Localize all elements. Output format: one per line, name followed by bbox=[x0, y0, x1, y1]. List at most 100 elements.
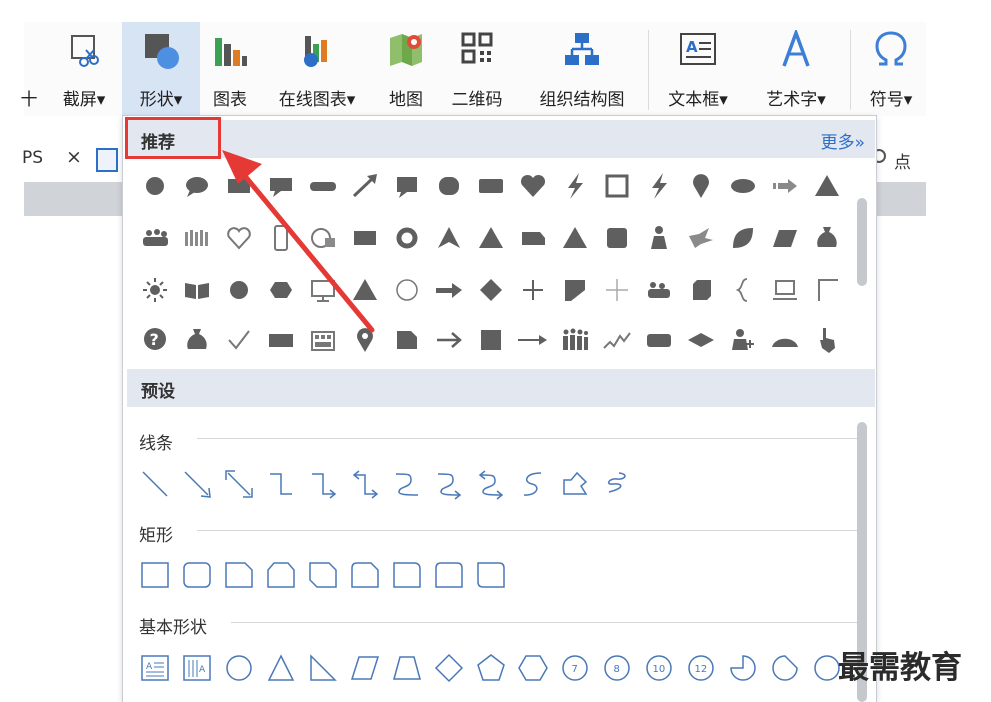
shape-rectangle-2[interactable] bbox=[473, 168, 509, 204]
rect-snip-same-side[interactable] bbox=[263, 557, 299, 593]
line-straight[interactable] bbox=[137, 466, 173, 502]
shape-lightning-2[interactable] bbox=[641, 168, 677, 204]
line-double-arrow[interactable] bbox=[221, 466, 257, 502]
location-pin-icon[interactable] bbox=[347, 322, 383, 358]
shape-arrow-line[interactable] bbox=[431, 322, 467, 358]
shape-leaf[interactable] bbox=[725, 220, 761, 256]
shape-long-arrow[interactable] bbox=[515, 322, 551, 358]
shape-heart[interactable] bbox=[515, 168, 551, 204]
bird-icon[interactable] bbox=[683, 220, 719, 256]
shape-chevron-up[interactable] bbox=[431, 220, 467, 256]
connector-elbow-double-arrow[interactable] bbox=[347, 466, 383, 502]
diamond-shape[interactable] bbox=[431, 650, 467, 686]
shape-flat-diamond[interactable] bbox=[683, 322, 719, 358]
shape-callout-square[interactable] bbox=[389, 168, 425, 204]
shape-snip-rect[interactable] bbox=[389, 322, 425, 358]
ribbon-org-chart-button[interactable]: 组织结构图 bbox=[522, 22, 642, 116]
ribbon-symbol-button[interactable]: 符号▾ bbox=[856, 22, 926, 116]
book-icon[interactable] bbox=[179, 272, 215, 308]
shape-dome[interactable] bbox=[767, 322, 803, 358]
shape-left-brace[interactable] bbox=[725, 272, 761, 308]
shape-square[interactable] bbox=[473, 322, 509, 358]
monitor-icon[interactable] bbox=[305, 272, 341, 308]
person-icon[interactable] bbox=[641, 220, 677, 256]
shape-frame[interactable] bbox=[599, 168, 635, 204]
people-group-icon-2[interactable] bbox=[641, 272, 677, 308]
shape-circle-outline[interactable] bbox=[389, 272, 425, 308]
shape-diagonal-arrow[interactable] bbox=[347, 168, 383, 204]
building-icon[interactable] bbox=[305, 322, 341, 358]
parallelogram-shape[interactable] bbox=[347, 650, 383, 686]
octagon-shape[interactable]: 8 bbox=[599, 650, 635, 686]
shape-callout-rect[interactable] bbox=[263, 168, 299, 204]
connector-curved-double-arrow[interactable] bbox=[473, 466, 509, 502]
shape-lightning[interactable] bbox=[557, 168, 593, 204]
text-box-shape-icon[interactable]: A bbox=[137, 650, 173, 686]
isosceles-triangle-shape[interactable] bbox=[263, 650, 299, 686]
shape-right-arrow[interactable] bbox=[431, 272, 467, 308]
rect-snip-diagonal[interactable] bbox=[305, 557, 341, 593]
shape-triangle[interactable] bbox=[809, 168, 845, 204]
rect-round-one-corner[interactable] bbox=[389, 557, 425, 593]
dodecagon-shape[interactable]: 12 bbox=[683, 650, 719, 686]
line-arrow[interactable] bbox=[179, 466, 215, 502]
shape-donut[interactable] bbox=[389, 220, 425, 256]
ribbon-item-partial[interactable]: 十 bbox=[16, 22, 42, 116]
connector-elbow-arrow[interactable] bbox=[305, 466, 341, 502]
connector-curved[interactable] bbox=[389, 466, 425, 502]
shape-cube[interactable] bbox=[683, 272, 719, 308]
vertical-text-box-icon[interactable]: A bbox=[179, 650, 215, 686]
tab-close-icon[interactable]: × bbox=[66, 146, 82, 168]
money-bag-icon-2[interactable] bbox=[179, 322, 215, 358]
pie-shape[interactable] bbox=[725, 650, 761, 686]
ribbon-screenshot-button[interactable]: 截屏▾ bbox=[48, 22, 120, 116]
pentagon-shape[interactable] bbox=[473, 650, 509, 686]
shape-hexagon[interactable] bbox=[263, 272, 299, 308]
money-bag-icon[interactable] bbox=[809, 220, 845, 256]
line-freeform[interactable] bbox=[557, 466, 593, 502]
rect-snip-one-corner[interactable] bbox=[221, 557, 257, 593]
more-shapes-link[interactable]: 更多» bbox=[821, 128, 865, 153]
checkmark-icon[interactable] bbox=[221, 322, 257, 358]
shape-parallelogram[interactable] bbox=[767, 220, 803, 256]
connector-elbow[interactable] bbox=[263, 466, 299, 502]
shape-triangle-4[interactable] bbox=[347, 272, 383, 308]
help-question-icon[interactable]: ? bbox=[137, 322, 173, 358]
ribbon-textbox-button[interactable]: A 文本框▾ bbox=[654, 22, 742, 116]
shape-triangle-3[interactable] bbox=[557, 220, 593, 256]
shape-rectangle-4[interactable] bbox=[263, 322, 299, 358]
shape-striped-arrow[interactable] bbox=[767, 168, 803, 204]
rect-snip-round[interactable] bbox=[347, 557, 383, 593]
shape-diamond[interactable] bbox=[473, 272, 509, 308]
ribbon-shapes-button[interactable]: 形状▾ bbox=[122, 22, 200, 116]
ribbon-chart-button[interactable]: 图表 bbox=[202, 22, 258, 116]
shape-rectangle-5[interactable] bbox=[641, 322, 677, 358]
globe-icon[interactable] bbox=[305, 220, 341, 256]
decagon-shape[interactable]: 10 bbox=[641, 650, 677, 686]
rect-round-diagonal[interactable] bbox=[473, 557, 509, 593]
trend-line-icon[interactable] bbox=[599, 322, 635, 358]
shape-rounded-square[interactable] bbox=[599, 220, 635, 256]
crowd-icon[interactable] bbox=[179, 220, 215, 256]
shape-triangle-2[interactable] bbox=[473, 220, 509, 256]
recommended-scrollbar[interactable] bbox=[857, 198, 867, 286]
right-triangle-shape[interactable] bbox=[305, 650, 341, 686]
hexagon-shape[interactable] bbox=[515, 650, 551, 686]
shape-rounded-rect[interactable] bbox=[431, 168, 467, 204]
ribbon-map-button[interactable]: 地图 bbox=[378, 22, 434, 116]
shape-octagon[interactable] bbox=[221, 272, 257, 308]
shape-flat-rect[interactable] bbox=[305, 168, 341, 204]
people-group-icon[interactable] bbox=[137, 220, 173, 256]
shape-rectangle[interactable] bbox=[221, 168, 257, 204]
add-user-icon[interactable] bbox=[725, 322, 761, 358]
shape-pentagon-rect[interactable] bbox=[515, 220, 551, 256]
rect-round-same-side[interactable] bbox=[431, 557, 467, 593]
line-curve[interactable] bbox=[515, 466, 551, 502]
hand-pointer-icon[interactable] bbox=[809, 322, 845, 358]
trapezoid-shape[interactable] bbox=[389, 650, 425, 686]
heptagon-shape[interactable]: 7 bbox=[557, 650, 593, 686]
shape-speech-oval[interactable] bbox=[179, 168, 215, 204]
shape-map-pin[interactable] bbox=[683, 168, 719, 204]
heart-outline-icon[interactable] bbox=[221, 220, 257, 256]
shape-circle[interactable] bbox=[137, 168, 173, 204]
